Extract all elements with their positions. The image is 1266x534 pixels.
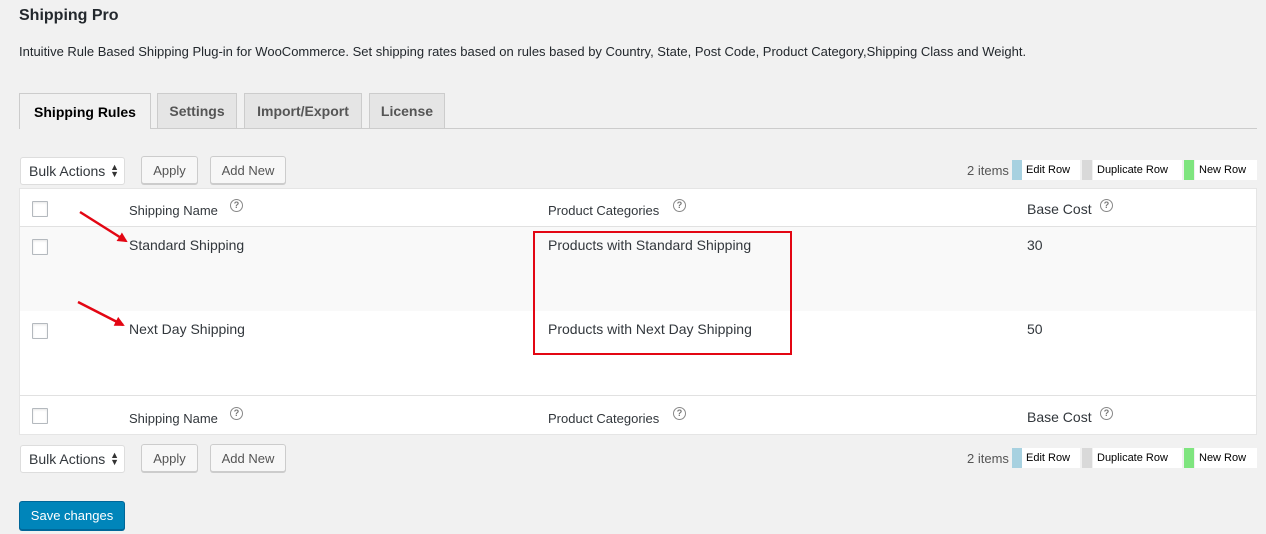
save-changes-button[interactable]: Save changes <box>19 501 125 530</box>
bulk-actions-label: Bulk Actions <box>29 451 106 467</box>
new-row-swatch <box>1184 448 1194 468</box>
add-new-button-bottom[interactable]: Add New <box>210 444 286 472</box>
select-arrows-icon: ▲ ▼ <box>110 450 119 467</box>
annotation-arrow-icon <box>79 210 128 243</box>
duplicate-row-swatch <box>1082 448 1092 468</box>
edit-row-swatch <box>1012 448 1022 468</box>
apply-button-bottom[interactable]: Apply <box>141 444 198 472</box>
bulk-actions-select-bottom[interactable]: Bulk Actions ▲ ▼ <box>20 445 125 473</box>
edit-row-label: Edit Row <box>1022 448 1080 468</box>
items-count-bottom: 2 items <box>967 451 1009 466</box>
duplicate-row-label: Duplicate Row <box>1093 448 1182 468</box>
new-row-label: New Row <box>1195 448 1257 468</box>
annotation-arrow-icon <box>77 300 125 327</box>
